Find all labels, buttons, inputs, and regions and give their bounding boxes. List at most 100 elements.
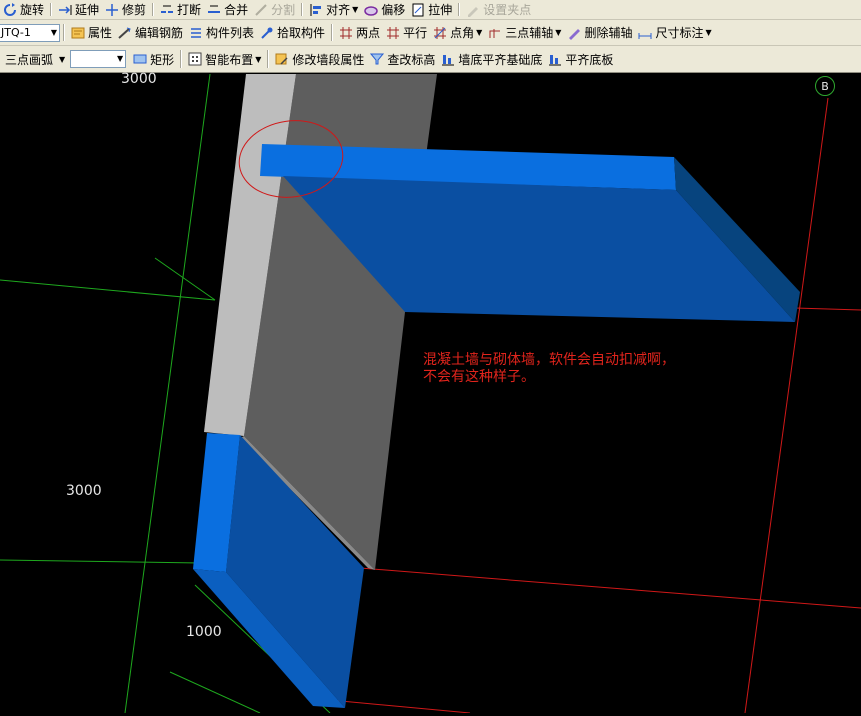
align-slab-button[interactable]: 平齐底板 [545, 46, 616, 72]
chevron-down-icon: ▼ [352, 5, 359, 14]
edit-rebar-icon [118, 26, 132, 40]
edit-rebar-label: 编辑钢筋 [135, 26, 184, 40]
parallel-label: 平行 [403, 26, 428, 40]
dimension-top: 3000 [121, 71, 157, 87]
chevron-down-icon[interactable]: ▼ [51, 25, 57, 41]
point-angle-icon [433, 26, 447, 40]
dimension-label: 尺寸标注 [655, 26, 704, 40]
eyedropper-icon [260, 26, 274, 40]
smart-layout-button[interactable]: 智能布置 ▼ [185, 46, 264, 72]
arc-mode-select[interactable]: 三点画弧 ▼ [0, 46, 68, 72]
separator [301, 2, 304, 17]
two-points-button[interactable]: 两点 [336, 20, 383, 45]
modify-wall-props-button[interactable]: 修改墙段属性 [272, 46, 367, 72]
delete-axis-label: 删除辅轴 [584, 26, 633, 40]
smart-layout-icon [188, 52, 202, 66]
separator [331, 23, 334, 42]
trim-label: 修剪 [122, 3, 147, 17]
two-points-label: 两点 [356, 26, 381, 40]
align-slab-icon [548, 52, 562, 66]
split-label: 分割 [271, 3, 296, 17]
stretch-button[interactable]: 拉伸 [408, 0, 455, 19]
scene-canvas[interactable] [0, 73, 861, 714]
component-list-label: 构件列表 [206, 26, 255, 40]
rotate-button[interactable]: 旋转 [0, 0, 47, 19]
chevron-down-icon: ▼ [255, 54, 262, 64]
separator [180, 49, 183, 69]
3d-viewport[interactable]: 3000 3000 1000 [0, 71, 861, 714]
separator [458, 2, 461, 17]
component-select[interactable]: JTQ-1 ▼ [0, 23, 60, 42]
dimension-button[interactable]: 尺寸标注 ▼ [635, 20, 714, 45]
style-select[interactable]: ▼ [70, 50, 127, 68]
offset-icon [364, 3, 379, 17]
rotate-icon [3, 2, 17, 17]
set-grip-button[interactable]: 设置夹点 [463, 0, 534, 19]
align-button[interactable]: 对齐 ▼ [306, 0, 361, 19]
draw-toolbar: 三点画弧 ▼ ▼ 矩形 智能布置 ▼ 修改墙段属性 查改标高 墙底平齐基础底 平齐底… [0, 46, 861, 73]
separator [152, 2, 155, 17]
separator [63, 23, 65, 42]
pencil-icon [466, 3, 480, 17]
chevron-down-icon: ▼ [555, 28, 562, 37]
properties-label: 属性 [88, 26, 113, 40]
annotation-line-2: 不会有这种样子。 [423, 369, 535, 385]
rotate-label: 旋转 [20, 3, 45, 17]
rectangle-button[interactable]: 矩形 [130, 46, 177, 72]
delete-axis-button[interactable]: 删除辅轴 [564, 20, 635, 45]
split-icon [254, 3, 268, 17]
offset-button[interactable]: 偏移 [361, 0, 408, 19]
extend-label: 延伸 [75, 3, 100, 17]
extend-button[interactable]: 延伸 [55, 0, 102, 19]
three-point-axis-icon [488, 26, 502, 40]
align-foundation-label: 墙底平齐基础底 [458, 52, 543, 67]
three-point-axis-button[interactable]: 三点辅轴 ▼ [485, 20, 564, 45]
align-label: 对齐 [326, 3, 351, 17]
point-angle-button[interactable]: 点角 ▼ [430, 20, 485, 45]
modify-wall-icon [275, 52, 289, 66]
parallel-icon [386, 26, 400, 40]
merge-label: 合并 [224, 3, 249, 17]
axis-label-b[interactable]: B [815, 76, 835, 96]
parallel-button[interactable]: 平行 [383, 20, 430, 45]
elevation-icon [370, 52, 385, 66]
edit-toolbar: 旋转 延伸 修剪 打断 合并 分割 对齐 ▼ 偏移 拉伸 设置夹点 [0, 0, 861, 20]
list-icon [189, 26, 203, 40]
chevron-down-icon: ▼ [476, 28, 483, 37]
smart-layout-label: 智能布置 [205, 52, 254, 67]
align-slab-label: 平齐底板 [565, 52, 614, 67]
properties-button[interactable]: 属性 [68, 20, 115, 45]
break-label: 打断 [177, 3, 202, 17]
align-foundation-button[interactable]: 墙底平齐基础底 [438, 46, 545, 72]
break-button[interactable]: 打断 [157, 0, 204, 19]
trim-button[interactable]: 修剪 [102, 0, 149, 19]
arc-mode-label: 三点画弧 [5, 52, 54, 67]
merge-icon [207, 3, 221, 17]
extend-icon [58, 3, 72, 17]
annotation-line-1: 混凝土墙与砌体墙，软件会自动扣减啊， [423, 352, 675, 368]
pick-component-button[interactable]: 拾取构件 [257, 20, 328, 45]
three-point-axis-label: 三点辅轴 [505, 26, 554, 40]
eraser-icon [567, 26, 581, 40]
chevron-down-icon: ▼ [705, 28, 712, 37]
modify-wall-props-label: 修改墙段属性 [292, 52, 365, 67]
edit-rebar-button[interactable]: 编辑钢筋 [115, 20, 186, 45]
component-toolbar: JTQ-1 ▼ 属性 编辑钢筋 构件列表 拾取构件 两点 平行 点角 ▼ 三点辅轴 ▼… [0, 20, 861, 46]
pick-component-label: 拾取构件 [277, 26, 326, 40]
chevron-down-icon: ▼ [59, 54, 66, 64]
component-select-value: JTQ-1 [1, 26, 31, 39]
annotation-text: 混凝土墙与砌体墙，软件会自动扣减啊， 不会有这种样子。 [423, 352, 675, 386]
separator [50, 2, 53, 17]
merge-button[interactable]: 合并 [204, 0, 251, 19]
two-points-icon [339, 26, 353, 40]
trim-icon [105, 3, 119, 17]
check-elevation-button[interactable]: 查改标高 [367, 46, 438, 72]
component-list-button[interactable]: 构件列表 [186, 20, 257, 45]
chevron-down-icon[interactable]: ▼ [117, 51, 123, 67]
align-foundation-icon [441, 52, 455, 66]
properties-icon [71, 26, 85, 40]
split-button[interactable]: 分割 [251, 0, 298, 19]
break-icon [160, 3, 174, 17]
align-icon [309, 3, 323, 17]
set-grip-label: 设置夹点 [483, 3, 532, 17]
